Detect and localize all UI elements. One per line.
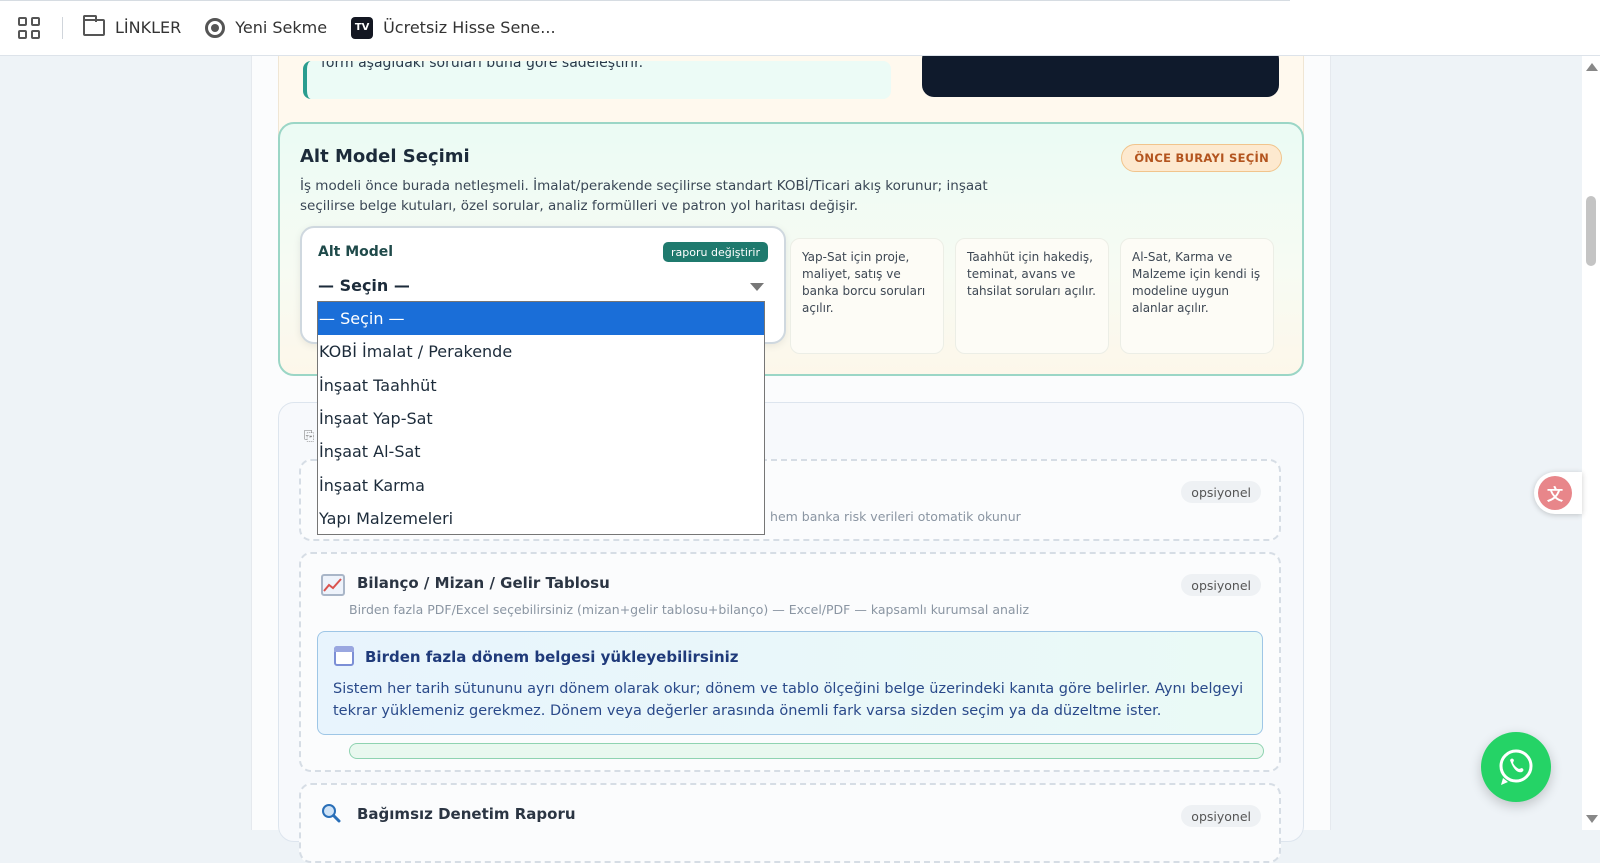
option-yapi-malzemeleri[interactable]: Yapı Malzemeleri — [318, 502, 764, 535]
multi-period-info-box: Birden fazla dönem belgesi yükleyebilirs… — [317, 631, 1263, 735]
option-kobi-imalat[interactable]: KOBİ İmalat / Perakende — [318, 335, 764, 368]
drop-subtitle: ru hem banka risk verileri otomatik okun… — [753, 509, 1021, 524]
option-insaat-taahhut[interactable]: İnşaat Taahhüt — [318, 369, 764, 402]
info-card-taahhut: Taahhüt için hakediş, teminat, avans ve … — [955, 238, 1109, 354]
bookmarks-bar: LİNKLER Yeni Sekme TV Ücretsiz Hisse Sen… — [0, 0, 1600, 56]
upload-progress-bar — [349, 743, 1264, 759]
balance-subtitle: Birden fazla PDF/Excel seçebilirsiniz (m… — [349, 602, 1030, 617]
select-current-value[interactable]: — Seçin — — [318, 276, 410, 295]
page-scrollbar[interactable] — [1582, 56, 1600, 830]
chrome-icon — [205, 17, 226, 38]
audit-title: Bağımsız Denetim Raporu — [357, 805, 576, 823]
bookmark-tradingview[interactable]: TV Ücretsiz Hisse Sene... — [351, 16, 556, 39]
option-secin[interactable]: — Seçin — — [318, 302, 764, 336]
tradingview-icon: TV — [351, 16, 374, 39]
translate-icon: 文 — [1538, 476, 1572, 510]
whatsapp-button[interactable] — [1481, 732, 1551, 802]
bookmark-yeni-sekme[interactable]: Yeni Sekme — [205, 17, 328, 38]
whatsapp-icon — [1499, 749, 1533, 785]
select-first-badge: ÖNCE BURAYI SEÇİN — [1121, 144, 1282, 172]
chevron-down-icon[interactable] — [750, 283, 764, 291]
alt-model-description: İş modeli önce burada netleşmeli. İmalat… — [300, 178, 988, 214]
calendar-icon — [334, 646, 354, 666]
top-note: form aşağıdaki soruları buna göre sadele… — [303, 61, 891, 99]
search-icon — [322, 804, 341, 823]
scroll-down-arrow-icon[interactable] — [1586, 815, 1598, 823]
optional-badge: opsiyonel — [1181, 805, 1261, 827]
info-title: Birden fazla dönem belgesi yükleyebilirs… — [365, 648, 739, 666]
scroll-up-arrow-icon[interactable] — [1586, 63, 1598, 71]
bookmark-label: Ücretsiz Hisse Sene... — [383, 18, 556, 37]
upload-drop-zone-balance[interactable]: Bilanço / Mizan / Gelir Tablosu opsiyone… — [299, 552, 1281, 772]
option-insaat-karma[interactable]: İnşaat Karma — [318, 468, 764, 501]
select-label: Alt Model — [318, 244, 394, 260]
option-insaat-al-sat[interactable]: İnşaat Al-Sat — [318, 435, 764, 468]
upload-drop-zone-audit[interactable]: Bağımsız Denetim Raporu opsiyonel — [299, 783, 1281, 863]
bookmarks-separator — [62, 16, 63, 39]
top-note-text: form aşağıdaki soruları buna göre sadele… — [321, 61, 644, 71]
info-card-yap-sat: Yap-Sat için proje, maliyet, satış ve ba… — [790, 238, 944, 354]
bookmark-label: LİNKLER — [115, 18, 182, 37]
option-insaat-yap-sat[interactable]: İnşaat Yap-Sat — [318, 402, 764, 435]
alt-model-dropdown-list[interactable]: — Seçin — KOBİ İmalat / Perakende İnşaat… — [317, 301, 765, 535]
chart-up-icon — [321, 574, 345, 596]
bookmark-label: Yeni Sekme — [235, 18, 328, 37]
report-changes-chip: raporu değiştirir — [663, 242, 768, 262]
folder-icon — [83, 15, 105, 36]
translate-button[interactable]: 文 — [1534, 472, 1582, 514]
optional-badge: opsiyonel — [1181, 481, 1261, 503]
optional-badge: opsiyonel — [1181, 574, 1261, 596]
scroll-thumb[interactable] — [1586, 196, 1596, 266]
balance-title: Bilanço / Mizan / Gelir Tablosu — [357, 574, 610, 592]
bookmark-linkler[interactable]: LİNKLER — [83, 15, 182, 37]
alt-model-title: Alt Model Seçimi — [300, 146, 470, 167]
bookmarks-top-border — [0, 0, 1290, 1]
paperclip-icon: ⎘ — [304, 429, 315, 444]
info-card-al-sat: Al-Sat, Karma ve Malzeme için kendi iş m… — [1120, 238, 1274, 354]
info-text: Sistem her tarih sütununu ayrı dönem ola… — [333, 681, 1244, 719]
apps-grid-icon[interactable] — [18, 16, 40, 39]
